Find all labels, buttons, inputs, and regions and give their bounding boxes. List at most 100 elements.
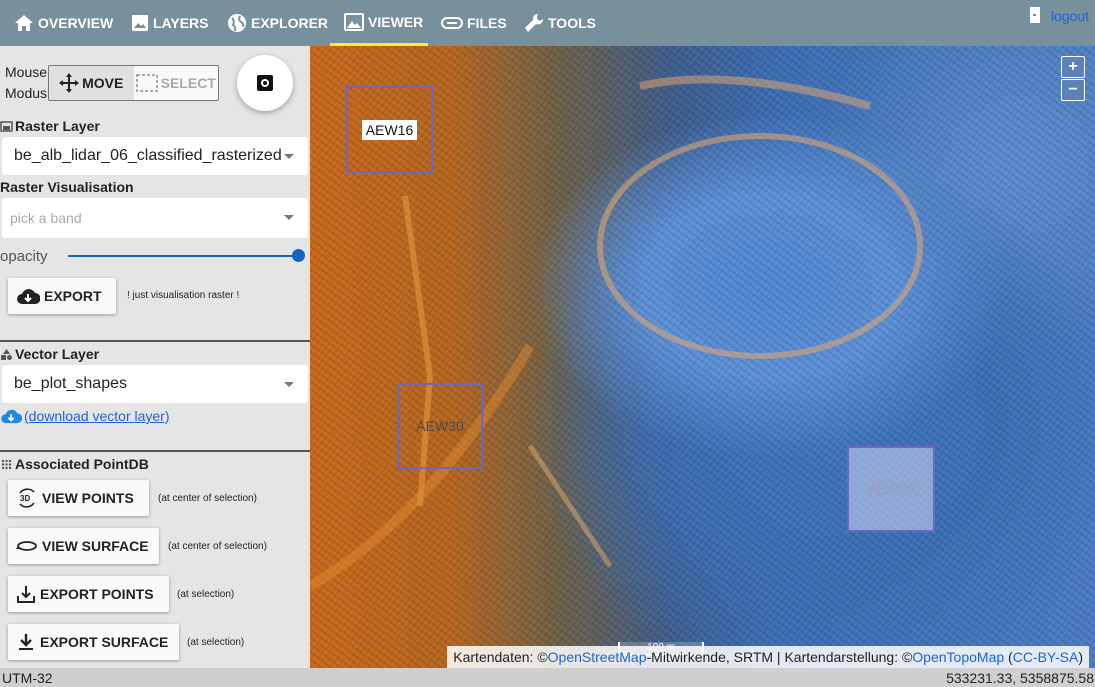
download-vector-link[interactable]: (download vector layer) [24,408,170,424]
view-points-note: (at center of selection) [158,493,257,504]
band-placeholder: pick a band [10,210,82,226]
plot-aew16[interactable]: AEW16 [346,86,433,173]
plot-label: AEW16 [362,119,417,140]
export-raster-button[interactable]: EXPORT [8,278,116,314]
tab-explorer[interactable]: EXPLORER [227,0,328,46]
tab-layers[interactable]: LAYERS [131,0,209,46]
tab-files[interactable]: FILES [441,0,507,46]
raster-layer-header: Raster Layer [0,118,100,134]
view-surface-note: (at center of selection) [168,541,267,552]
plot-aew22[interactable]: AEW22 [847,446,935,532]
tab-viewer[interactable]: VIEWER [330,0,428,46]
sidebar: Mouse Modus MOVE SELECT Raster Layer be_… [0,46,310,668]
raster-layer-select[interactable]: be_alb_lidar_06_classified_rasterized [2,137,308,175]
svg-text:3D: 3D [20,494,30,503]
modus-label: Modus [5,85,48,101]
mouse-mode-toggle: MOVE SELECT [48,65,219,101]
home-icon [15,15,33,31]
pointdb-header: Associated PointDB [0,456,149,472]
export-points-note: (at selection) [177,589,235,600]
mouse-label: Mouse [5,64,48,80]
vector-layer-value: be_plot_shapes [14,375,127,392]
raster-vis-header: Raster Visualisation [0,179,134,195]
grid-dots-icon [1,459,12,469]
tab-overview[interactable]: OVERVIEW [14,0,113,46]
cloud-download-icon [1,409,22,424]
globe-icon [228,14,246,32]
attribution-prefix: Kartendaten: © [453,649,548,665]
image-icon [132,15,148,31]
vector-layer-select[interactable]: be_plot_shapes [2,365,308,403]
attribution-close: ) [1078,649,1083,665]
divider [0,340,310,342]
chevron-down-icon [284,154,294,159]
export-surface-note: (at selection) [187,637,245,648]
move-button[interactable]: MOVE [49,66,134,100]
status-bar: UTM-32 533231.33, 5358875.58 [0,668,1095,687]
chevron-down-icon [284,382,294,387]
map-attribution: Kartendaten: © OpenStreetMap -Mitwirkend… [447,646,1089,668]
opentopomap-link[interactable]: OpenTopoMap [912,649,1004,665]
pointdb-label: Associated PointDB [15,456,149,472]
crs-label: UTM-32 [2,669,53,686]
tab-tools[interactable]: TOOLS [524,0,596,46]
link-icon [441,17,463,29]
download-tray-icon [17,586,35,603]
cloud-download-icon [17,289,40,304]
3d-rotation-icon: 3D [19,488,35,508]
export-raster-note: ! just visualisation raster ! [127,290,240,301]
export-points-button[interactable]: EXPORT POINTS [8,576,169,612]
move-icon [59,73,80,93]
zoom-in-button[interactable]: + [1061,56,1085,78]
tab-layers-label: LAYERS [153,15,209,31]
attribution-mid: -Mitwirkende, SRTM | Kartendarstellung: … [646,649,913,665]
select-label: SELECT [160,75,216,91]
raster-layer-label: Raster Layer [15,118,100,134]
tab-tools-label: TOOLS [548,15,596,31]
cursor-coordinates: 533231.33, 5358875.58 [946,669,1094,686]
plot-label: AEW30 [416,418,464,434]
opacity-slider[interactable] [68,249,305,262]
raster-icon [0,120,13,132]
settings-button[interactable] [237,55,293,111]
settings-icon [257,75,273,91]
divider [0,450,310,452]
export-points-label: EXPORT POINTS [40,586,154,602]
top-nav: OVERVIEW LAYERS EXPLORER VIEWER FILES TO… [0,0,1095,46]
raster-layer-value: be_alb_lidar_06_classified_rasterized [14,147,282,164]
tab-overview-label: OVERVIEW [38,15,114,31]
export-surface-button[interactable]: EXPORT SURFACE [8,624,179,660]
plot-aew30[interactable]: AEW30 [397,383,483,469]
attribution-open: ( [1004,649,1013,665]
map-viewer[interactable]: AEW16 AEW30 AEW22 + − 100 m Kartendaten:… [310,46,1095,668]
download-vector[interactable]: (download vector layer) [0,408,170,424]
license-link[interactable]: CC-BY-SA [1013,649,1079,665]
vector-layer-label: Vector Layer [15,346,100,362]
chevron-down-icon [284,215,294,220]
rotate-icon [16,541,37,551]
view-surface-label: VIEW SURFACE [42,538,149,554]
view-points-label: VIEW POINTS [42,490,134,506]
export-surface-label: EXPORT SURFACE [40,634,169,650]
logout-icon [1029,7,1040,23]
vector-layer-header: Vector Layer [0,346,99,362]
logout-link[interactable]: logout [1051,8,1089,24]
export-raster-label: EXPORT [44,288,102,304]
view-points-button[interactable]: 3D VIEW POINTS [8,480,149,516]
shapes-icon [1,348,12,360]
band-select[interactable]: pick a band [2,198,308,238]
zoom-out-button[interactable]: − [1061,79,1085,101]
select-button[interactable]: SELECT [133,66,218,100]
opacity-label: opacity [0,248,48,265]
tab-viewer-label: VIEWER [368,13,424,30]
landscape-icon [344,12,364,31]
opacity-slider-thumb[interactable] [292,249,305,262]
logout[interactable]: logout [1027,6,1089,24]
select-icon [135,74,158,92]
plot-label: AEW22 [867,481,915,497]
osm-link[interactable]: OpenStreetMap [548,649,647,665]
view-surface-button[interactable]: VIEW SURFACE [8,528,159,564]
tab-explorer-label: EXPLORER [251,15,329,31]
tab-files-label: FILES [467,15,507,31]
download-icon [19,634,33,650]
